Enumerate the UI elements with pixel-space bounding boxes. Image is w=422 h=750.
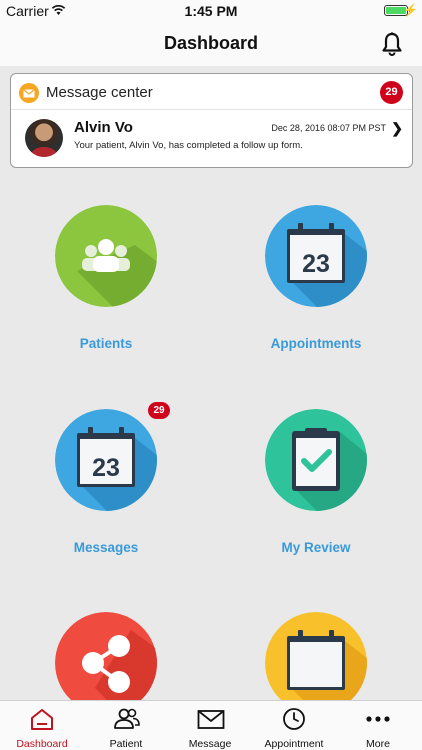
chevron-right-icon[interactable]: ❯	[391, 120, 403, 137]
tab-dashboard[interactable]: Dashboard	[0, 701, 84, 750]
message-date: Dec 28, 2016 08:07 PM PST	[271, 123, 386, 133]
charging-icon: ⚡	[403, 3, 418, 17]
envelope-icon	[197, 710, 225, 729]
messages-label[interactable]: Messages	[36, 540, 176, 555]
tab-label: Appointment	[264, 738, 324, 750]
calendar-day: 23	[92, 454, 120, 482]
bell-icon[interactable]	[380, 31, 404, 57]
patients-label[interactable]: Patients	[36, 336, 176, 351]
status-time: 1:45 PM	[184, 3, 238, 19]
calendar-icon[interactable]: 23	[55, 409, 157, 511]
tab-label: Patient	[109, 738, 143, 750]
tab-message[interactable]: Message	[168, 701, 252, 750]
appointments-tile[interactable]: 23 Appointments	[246, 205, 386, 351]
blank-calendar-icon[interactable]	[265, 612, 367, 714]
patients-icon[interactable]	[55, 205, 157, 307]
navigation-bar: Dashboard	[0, 22, 422, 66]
message-sender: Alvin Vo	[74, 119, 133, 136]
clipboard-check-icon[interactable]	[265, 409, 367, 511]
message-center-card[interactable]: Message center 29 Alvin Vo Dec 28, 2016 …	[10, 73, 413, 168]
message-preview: Your patient, Alvin Vo, has completed a …	[74, 140, 303, 151]
message-center-header: Message center 29	[11, 74, 412, 110]
message-center-title: Message center	[46, 84, 153, 101]
calendar-day: 23	[302, 250, 330, 278]
share-tile[interactable]	[36, 612, 176, 714]
tab-label: Message	[188, 738, 232, 750]
tab-label: Dashboard	[16, 738, 68, 750]
people-icon	[114, 708, 140, 729]
my-review-tile[interactable]: My Review	[246, 409, 386, 555]
tab-patient[interactable]: Patient	[84, 701, 168, 750]
calendar-tile[interactable]	[246, 612, 386, 714]
messages-tile[interactable]: 23 29 Messages	[36, 402, 176, 555]
appointments-label[interactable]: Appointments	[246, 336, 386, 351]
tab-bar: Dashboard Patient Message Appointment Mo…	[0, 700, 422, 750]
tab-appointment[interactable]: Appointment	[252, 701, 336, 750]
my-review-label[interactable]: My Review	[246, 540, 386, 555]
status-bar: Carrier 1:45 PM ⚡	[0, 0, 422, 22]
home-icon	[31, 709, 53, 730]
messages-badge: 29	[148, 402, 170, 419]
tab-label: More	[366, 738, 390, 750]
tab-more[interactable]: More	[336, 701, 420, 750]
patients-tile[interactable]: Patients	[36, 205, 176, 351]
clock-icon	[283, 708, 305, 730]
page-title: Dashboard	[163, 33, 259, 53]
calendar-icon[interactable]: 23	[265, 205, 367, 307]
more-dots-icon	[366, 716, 390, 722]
mail-icon	[19, 83, 39, 103]
message-count-badge: 29	[380, 81, 403, 104]
share-icon[interactable]	[55, 612, 157, 714]
avatar	[25, 119, 63, 157]
